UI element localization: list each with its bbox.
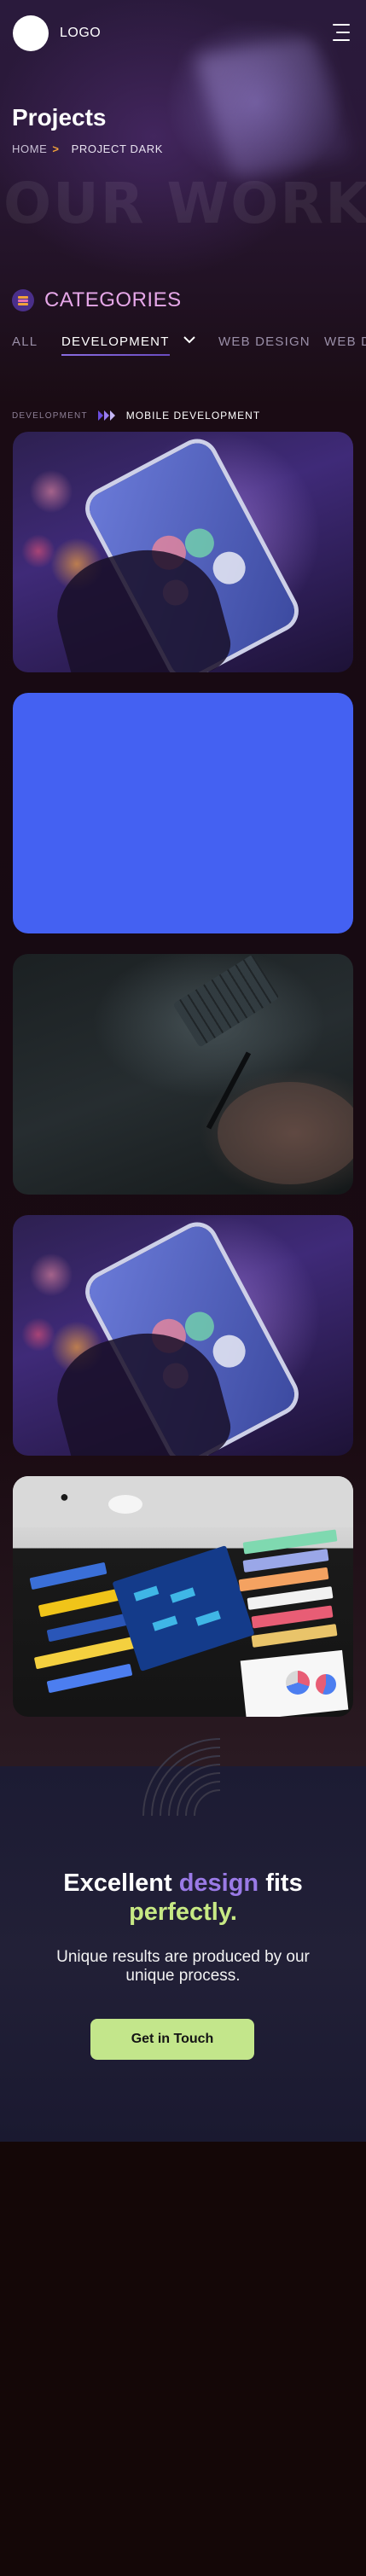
menu-line (336, 32, 350, 33)
tab-all[interactable]: ALL (12, 334, 38, 349)
categories-header: CATEGORIES (12, 288, 182, 312)
apple-logo-icon: ● (60, 1488, 69, 1505)
keyboard-image (172, 954, 280, 1048)
project-card[interactable]: ● (13, 1476, 353, 1717)
hero-background-cube (194, 35, 352, 178)
hamburger-menu-icon[interactable] (333, 24, 350, 41)
projects-section: DEVELOPMENT MOBILE DEVELOPMENT ● (0, 401, 366, 1766)
project-card[interactable] (13, 954, 353, 1195)
hero-section: LOGO Projects HOME > PROJECT DARK OUR WO… (0, 0, 366, 401)
categories-icon (12, 289, 34, 311)
tab-web-design[interactable]: WEB DESIGN (218, 334, 311, 349)
logo-icon[interactable] (13, 15, 49, 51)
category-tabs: ALL DEVELOPMENT WEB DESIGN WEB DESIGN (0, 331, 366, 357)
page-title: Projects (12, 104, 107, 131)
breadcrumb-separator-icon: > (52, 142, 60, 155)
cta-title-part2: fits (259, 1869, 303, 1897)
cta-subtitle: Unique results are produced by our uniqu… (56, 1948, 310, 1985)
footer (0, 2142, 366, 2576)
tab-development[interactable]: DEVELOPMENT (61, 334, 170, 356)
cta-title-accent: design (178, 1869, 259, 1897)
cta-title: Excellent design fits perfectly. (0, 1869, 366, 1927)
sub-breadcrumb-current: MOBILE DEVELOPMENT (125, 410, 261, 422)
mouse-image (108, 1495, 142, 1514)
hand-image (218, 1082, 353, 1184)
sub-breadcrumb: DEVELOPMENT MOBILE DEVELOPMENT (12, 410, 260, 422)
pie-chart-icon (286, 1671, 310, 1695)
triple-arrow-icon (97, 410, 116, 421)
breadcrumb-home-link[interactable]: HOME (12, 142, 47, 155)
logo-text[interactable]: LOGO (60, 26, 101, 41)
categories-title: CATEGORIES (44, 288, 182, 311)
tab-web-design[interactable]: WEB DESIGN (324, 334, 366, 349)
color-book-image (112, 1545, 255, 1672)
project-card[interactable] (13, 432, 353, 672)
menu-line (333, 24, 350, 26)
cta-title-part1: Excellent (63, 1869, 179, 1897)
breadcrumb: HOME > PROJECT DARK (12, 142, 163, 155)
sub-breadcrumb-parent[interactable]: DEVELOPMENT (12, 411, 88, 421)
menu-line (333, 39, 350, 41)
project-card[interactable] (13, 693, 353, 933)
pie-chart-icon (316, 1674, 336, 1695)
cta-section: Excellent design fits perfectly. Unique … (0, 1738, 366, 2142)
hero-watermark: OUR WORK (3, 171, 366, 236)
breadcrumb-current: PROJECT DARK (71, 142, 163, 155)
concentric-rings-icon (142, 1738, 221, 1817)
get-in-touch-button[interactable]: Get in Touch (90, 2019, 254, 2060)
project-card[interactable] (13, 1215, 353, 1456)
chevron-down-icon[interactable] (181, 331, 198, 348)
cta-title-part3: perfectly. (129, 1899, 237, 1926)
